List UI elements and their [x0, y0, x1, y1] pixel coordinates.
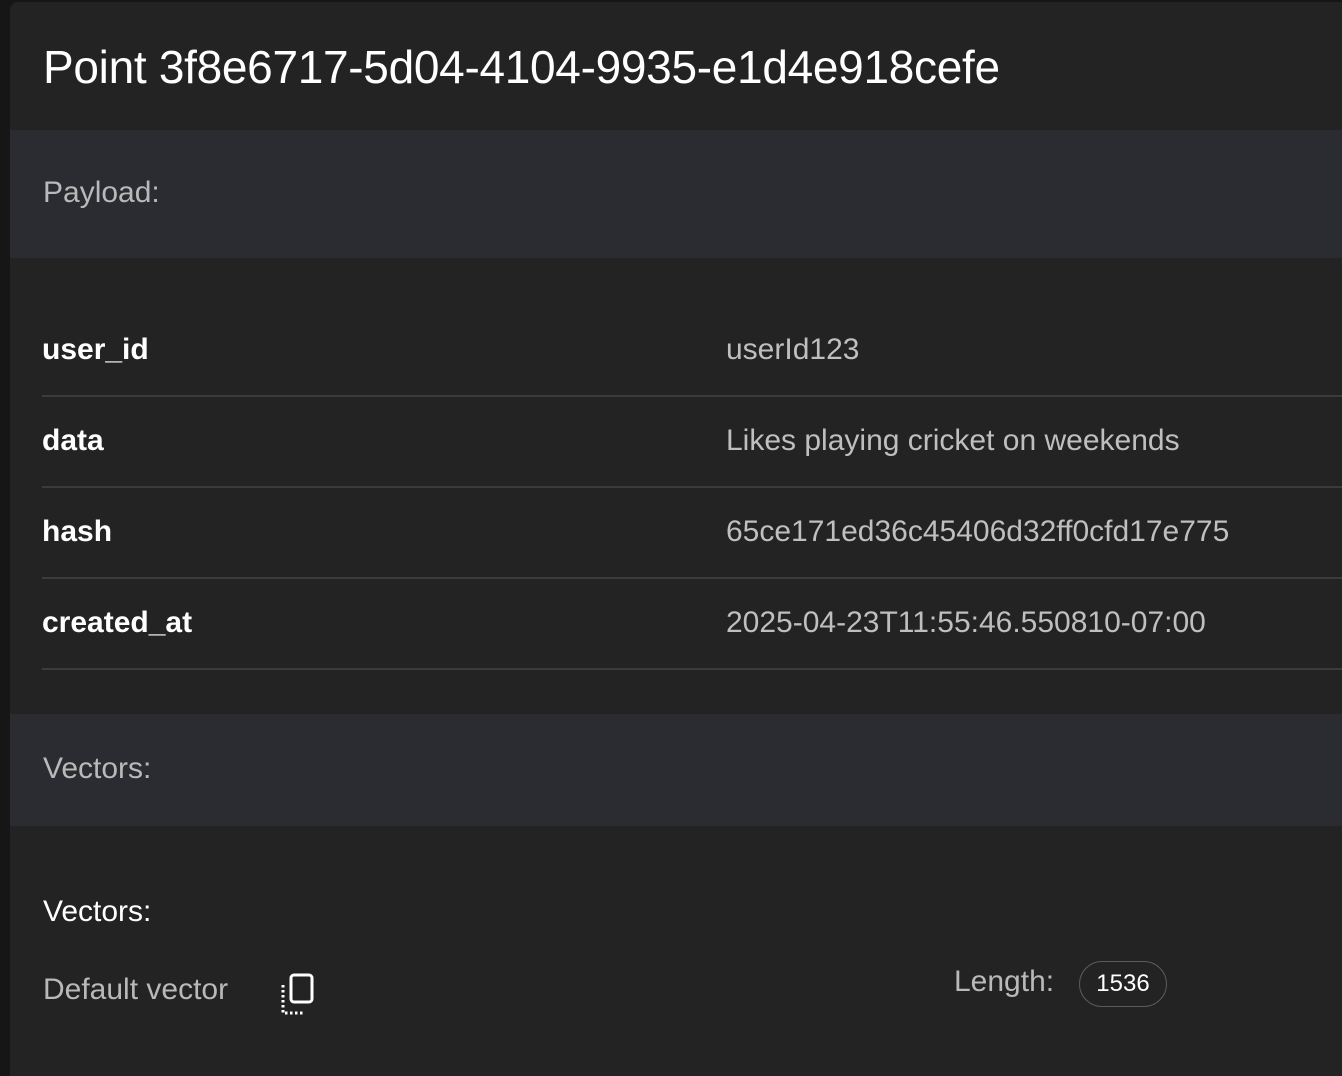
vectors-header-label: Vectors:	[43, 752, 152, 785]
payload-section-header: Payload:	[10, 130, 1342, 258]
payload-key: hash	[42, 515, 113, 548]
payload-row-created-at: created_at 2025-04-23T11:55:46.550810-07…	[42, 579, 1342, 670]
length-badge: 1536	[1079, 961, 1167, 1007]
payload-key: data	[42, 424, 104, 457]
payload-row-hash: hash 65ce171ed36c45406d32ff0cfd17e775	[42, 488, 1342, 579]
payload-value: Likes playing cricket on weekends	[726, 424, 1180, 457]
payload-key: created_at	[42, 606, 193, 639]
copy-icon	[281, 973, 314, 1015]
payload-header-label: Payload:	[43, 176, 160, 209]
payload-row-data: data Likes playing cricket on weekends	[42, 397, 1342, 488]
copy-vector-button[interactable]	[278, 972, 320, 1016]
vectors-title: Vectors:	[43, 895, 152, 928]
payload-table: user_id userId123 data Likes playing cri…	[42, 306, 1342, 670]
point-title: Point 3f8e6717-5d04-4104-9935-e1d4e918ce…	[43, 41, 1000, 93]
point-card: Point 3f8e6717-5d04-4104-9935-e1d4e918ce…	[10, 2, 1342, 1076]
payload-value: userId123	[726, 333, 860, 366]
payload-row-user-id: user_id userId123	[42, 306, 1342, 397]
length-label: Length:	[954, 965, 1055, 998]
payload-value: 65ce171ed36c45406d32ff0cfd17e775	[726, 515, 1230, 548]
payload-key: user_id	[42, 333, 149, 366]
default-vector-label: Default vector	[43, 973, 229, 1006]
payload-value: 2025-04-23T11:55:46.550810-07:00	[726, 606, 1206, 639]
vectors-section-header: Vectors:	[10, 714, 1342, 826]
page: Point 3f8e6717-5d04-4104-9935-e1d4e918ce…	[0, 0, 1342, 1076]
